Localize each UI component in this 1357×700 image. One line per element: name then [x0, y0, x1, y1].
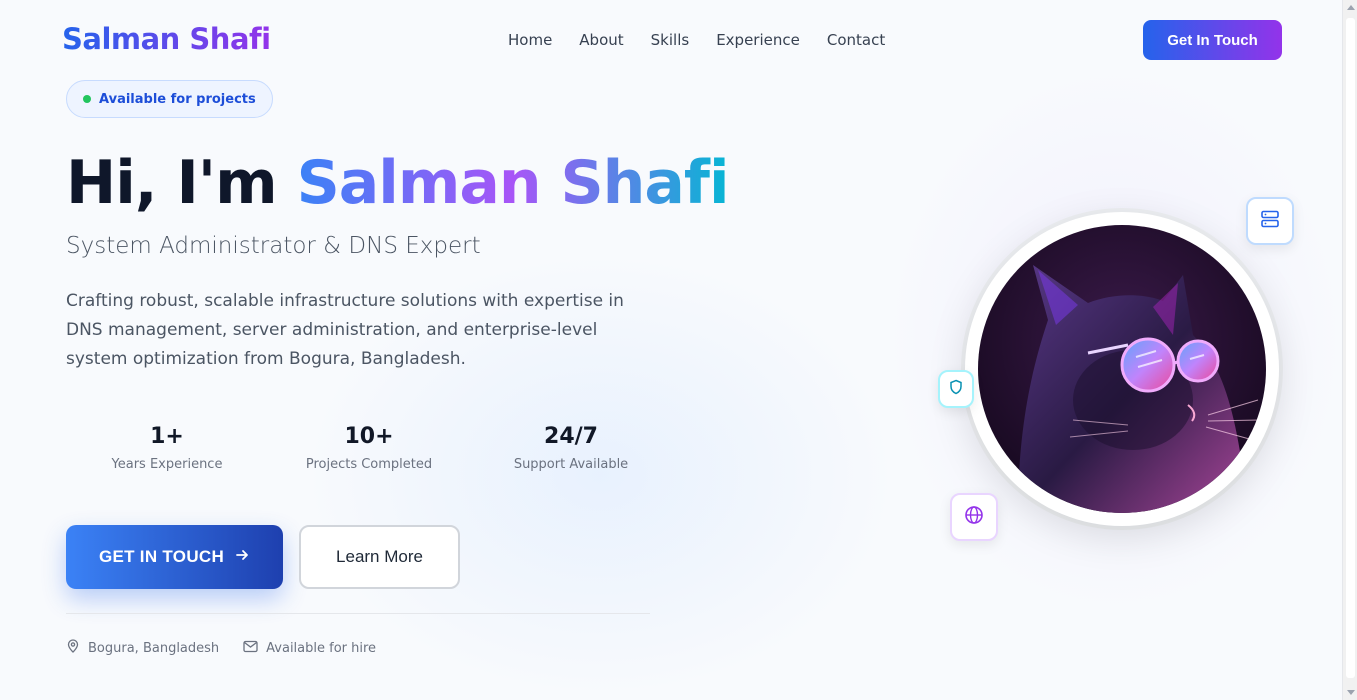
nav-contact[interactable]: Contact [827, 31, 885, 49]
brand-logo[interactable]: Salman Shafi [62, 22, 271, 56]
availability-badge-label: Available for projects [99, 91, 256, 107]
nav-home[interactable]: Home [508, 31, 552, 49]
map-pin-icon [66, 639, 80, 657]
stat-value: 10+ [344, 424, 394, 449]
stat-label: Years Experience [111, 457, 223, 472]
availability-badge: Available for projects [66, 80, 273, 118]
hero-name: Salman Shafi [296, 148, 730, 218]
arrow-right-icon [234, 547, 250, 568]
divider [66, 613, 650, 614]
availability-info: Available for hire [243, 639, 376, 657]
stats-row: 1+ Years Experience 10+ Projects Complet… [66, 424, 672, 472]
server-icon-card [1246, 197, 1294, 245]
server-icon [1260, 209, 1280, 233]
status-dot [83, 95, 91, 103]
avatar [978, 225, 1266, 513]
get-in-touch-nav-button[interactable]: Get In Touch [1143, 20, 1282, 60]
stat-value: 1+ [150, 424, 184, 449]
availability-text: Available for hire [266, 640, 377, 656]
scroll-up-icon[interactable] [1347, 5, 1355, 10]
nav-skills[interactable]: Skills [651, 31, 690, 49]
scroll-down-icon[interactable] [1347, 690, 1355, 695]
hero-headline: Hi, I'm Salman Shafi [66, 148, 730, 218]
stat-experience: 1+ Years Experience [66, 424, 268, 472]
mail-icon [243, 640, 258, 657]
scrollbar-thumb[interactable] [1346, 18, 1355, 678]
globe-icon-card [950, 493, 998, 541]
globe-icon [964, 505, 984, 529]
stat-projects: 10+ Projects Completed [268, 424, 470, 472]
stat-label: Projects Completed [305, 457, 433, 472]
main-nav: Home About Skills Experience Contact [508, 31, 885, 49]
greeting-text: Hi, I'm [66, 148, 297, 218]
shield-icon [948, 379, 964, 399]
nav-about[interactable]: About [579, 31, 623, 49]
get-in-touch-label: GET IN TOUCH [98, 547, 225, 566]
stat-label: Support Available [513, 457, 629, 472]
contact-info-row: Bogura, Bangladesh Available for hire [66, 639, 376, 657]
shield-icon-card [938, 370, 974, 408]
learn-more-button[interactable]: Learn More [299, 525, 460, 589]
hero-subtitle: System Administrator & DNS Expert [66, 233, 481, 259]
hero-description: Crafting robust, scalable infrastructure… [66, 291, 624, 369]
location-text: Bogura, Bangladesh [88, 640, 220, 656]
nav-experience[interactable]: Experience [716, 31, 800, 49]
get-in-touch-button[interactable]: GET IN TOUCH [66, 525, 283, 589]
page-scrollbar[interactable] [1342, 0, 1357, 700]
stat-value: 24/7 [544, 424, 598, 449]
location-info: Bogura, Bangladesh [66, 639, 219, 657]
stat-support: 24/7 Support Available [470, 424, 672, 472]
